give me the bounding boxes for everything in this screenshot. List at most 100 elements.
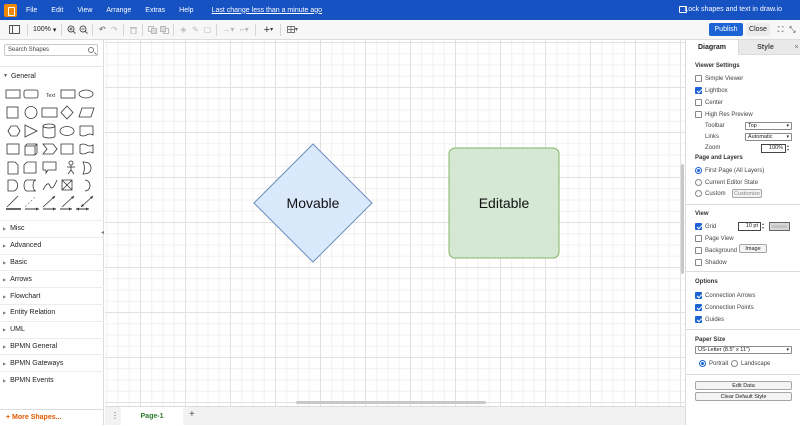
clear-default-style-button[interactable]: Clear Default Style: [695, 392, 792, 401]
category-advanced[interactable]: ▶ Advanced: [0, 236, 104, 254]
background-checkbox[interactable]: Background: [695, 246, 737, 255]
guides-checkbox[interactable]: Guides: [695, 315, 724, 324]
page-tab[interactable]: Page-1: [121, 407, 183, 426]
simple-viewer-checkbox[interactable]: Simple Viewer: [695, 74, 743, 83]
more-shapes-button[interactable]: + More Shapes...: [0, 409, 104, 425]
redo-icon[interactable]: ↷: [108, 23, 120, 37]
zoom-stepper-icon[interactable]: ▴ ▾: [787, 144, 789, 152]
custom-radio[interactable]: Custom: [695, 189, 726, 198]
to-back-icon[interactable]: [158, 23, 170, 37]
fullscreen-icon[interactable]: ⛶: [776, 25, 785, 34]
category-general[interactable]: ▼ General: [0, 70, 104, 82]
connection-points-checkbox[interactable]: Connection Points: [695, 303, 754, 312]
tab-style[interactable]: Style: [738, 40, 792, 55]
high-res-preview-checkbox[interactable]: High Res Preview: [695, 110, 753, 119]
zoom-in-icon[interactable]: [65, 23, 77, 37]
fill-color-icon[interactable]: ◈: [177, 23, 189, 37]
grid-color-swatch[interactable]: [769, 222, 790, 231]
zoom-input[interactable]: 100%: [761, 144, 786, 153]
checkbox-unchecked[interactable]: [695, 75, 702, 82]
first-page-radio[interactable]: First Page (All Layers): [695, 166, 764, 175]
insert-plus-icon[interactable]: + ▾: [259, 23, 277, 37]
checkbox-unchecked[interactable]: [695, 235, 702, 242]
zoom-out-icon[interactable]: [77, 23, 89, 37]
connection-style-icon[interactable]: →▾: [220, 23, 236, 37]
connector-shapes-palette[interactable]: [5, 205, 97, 213]
grid-stepper-icon[interactable]: ▴ ▾: [762, 222, 764, 230]
category-arrows[interactable]: ▶ Arrows: [0, 270, 104, 287]
publish-button[interactable]: Publish: [709, 23, 743, 36]
vertical-scrollbar[interactable]: [681, 164, 684, 274]
line-color-icon[interactable]: ✎: [189, 23, 201, 37]
radio-selected[interactable]: [699, 360, 706, 367]
category-misc[interactable]: ▶ Misc: [0, 220, 104, 237]
checkbox-unchecked[interactable]: [695, 259, 702, 266]
radio-unselected[interactable]: [695, 190, 702, 197]
editable-rectangle-label[interactable]: Editable: [479, 195, 530, 211]
links-select[interactable]: Automatic: [745, 133, 792, 141]
diagram-canvas[interactable]: Movable Editable: [105, 40, 685, 406]
checkbox-checked[interactable]: [695, 292, 702, 299]
close-button[interactable]: Close: [746, 23, 770, 36]
category-entity-relation[interactable]: ▶ Entity Relation: [0, 303, 104, 321]
category-bpmn-gateways[interactable]: ▶ BPMN Gateways: [0, 354, 104, 371]
menu-edit[interactable]: Edit: [49, 7, 65, 14]
current-editor-state-radio[interactable]: Current Editor State: [695, 178, 758, 187]
connection-arrows-checkbox[interactable]: Connection Arrows: [695, 291, 755, 300]
checkbox-checked[interactable]: [695, 223, 702, 230]
category-bpmn-events[interactable]: ▶ BPMN Events: [0, 371, 104, 388]
checkbox-unchecked[interactable]: [695, 247, 702, 254]
shadow-icon[interactable]: ▢: [201, 23, 213, 37]
delete-icon[interactable]: [127, 23, 139, 37]
menu-help[interactable]: Help: [177, 7, 195, 14]
menu-file[interactable]: File: [24, 7, 39, 14]
category-bpmn-general[interactable]: ▶ BPMN General: [0, 337, 104, 355]
collapse-icon[interactable]: ⤡: [788, 25, 797, 34]
paper-size-select[interactable]: US-Letter (8.5" x 11"): [695, 346, 792, 354]
to-front-icon[interactable]: [146, 23, 158, 37]
tab-diagram[interactable]: Diagram: [686, 40, 738, 55]
table-insert-icon[interactable]: ▾: [284, 23, 300, 37]
last-change-link[interactable]: Last change less than a minute ago: [212, 7, 323, 14]
radio-unselected[interactable]: [731, 360, 738, 367]
menu-view[interactable]: View: [75, 7, 94, 14]
lightbox-checkbox[interactable]: Lightbox: [695, 86, 728, 95]
format-panel-toggle-icon[interactable]: [4, 23, 24, 37]
zoom-dropdown[interactable]: 100% ▾: [33, 23, 56, 37]
add-page-icon[interactable]: +: [189, 409, 195, 420]
checkbox-checked[interactable]: [695, 304, 702, 311]
waypoints-icon[interactable]: ⌐▾: [236, 23, 252, 37]
search-shapes-input[interactable]: Search Shapes: [4, 44, 98, 56]
collapse-sidebar-icon[interactable]: ◂: [101, 229, 104, 236]
shadow-checkbox[interactable]: Shadow: [695, 258, 727, 267]
category-flowchart[interactable]: ▶ Flowchart: [0, 287, 104, 304]
edit-data-button[interactable]: Edit Data: [695, 381, 792, 390]
radio-unselected[interactable]: [695, 179, 702, 186]
radio-selected[interactable]: [695, 167, 702, 174]
portrait-radio[interactable]: Portrait: [699, 359, 728, 368]
customize-button[interactable]: Customize: [732, 189, 762, 198]
background-image-button[interactable]: Image: [739, 244, 767, 253]
menu-extras[interactable]: Extras: [143, 7, 167, 14]
pages-menu-icon[interactable]: ⋮: [111, 411, 119, 420]
close-panel-icon[interactable]: ×: [792, 40, 800, 55]
page-view-checkbox[interactable]: Page View: [695, 234, 734, 243]
movable-diamond-label[interactable]: Movable: [287, 195, 340, 211]
category-label: Basic: [10, 258, 28, 266]
undo-icon[interactable]: ↶: [96, 23, 108, 37]
checkbox-unchecked[interactable]: [695, 99, 702, 106]
menu-arrange[interactable]: Arrange: [104, 7, 133, 14]
grid-checkbox[interactable]: Grid: [695, 222, 716, 231]
landscape-radio[interactable]: Landscape: [731, 359, 770, 368]
general-shapes-palette[interactable]: Text: [5, 87, 97, 213]
category-uml[interactable]: ▶ UML: [0, 320, 104, 338]
category-basic[interactable]: ▶ Basic: [0, 253, 104, 271]
horizontal-scrollbar[interactable]: [296, 401, 486, 404]
checkbox-checked[interactable]: [695, 87, 702, 94]
center-checkbox[interactable]: Center: [695, 98, 723, 107]
search-icon[interactable]: [88, 47, 94, 53]
checkbox-checked[interactable]: [695, 316, 702, 323]
checkbox-unchecked[interactable]: [695, 111, 702, 118]
grid-size-input[interactable]: 10 pt: [738, 222, 761, 231]
toolbar-select[interactable]: Top: [745, 122, 792, 130]
